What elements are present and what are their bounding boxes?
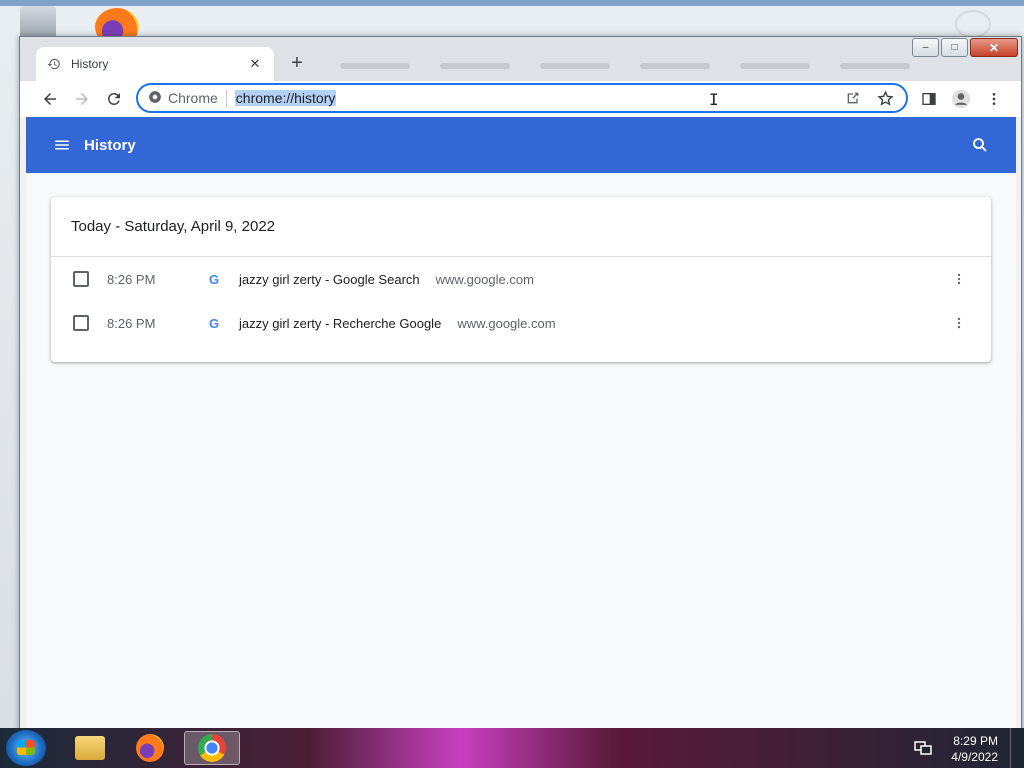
- taskbar-explorer[interactable]: [62, 731, 118, 765]
- history-entry[interactable]: 8:26 PM G jazzy girl zerty - Recherche G…: [51, 301, 991, 345]
- recycle-bin-icon[interactable]: [20, 6, 56, 40]
- site-info-icon: [148, 90, 162, 107]
- reload-icon[interactable]: [102, 87, 126, 111]
- hamburger-icon[interactable]: [50, 133, 74, 157]
- history-card: Today - Saturday, April 9, 2022 8:26 PM …: [51, 197, 991, 362]
- history-page: History Today - Saturday, April 9, 2022 …: [26, 117, 1016, 729]
- kebab-menu-icon[interactable]: [982, 87, 1006, 111]
- tab-title: History: [71, 57, 109, 71]
- search-icon[interactable]: [968, 133, 992, 157]
- close-window-button[interactable]: ✕: [970, 38, 1018, 57]
- maximize-button[interactable]: □: [941, 38, 968, 57]
- address-bar[interactable]: Chrome chrome://history: [136, 83, 908, 113]
- desktop-top-strip: [0, 0, 1024, 6]
- minimize-button[interactable]: –: [912, 38, 939, 57]
- clock-time: 8:29 PM: [953, 734, 998, 748]
- window-controls: – □ ✕: [912, 38, 1018, 57]
- forward-icon[interactable]: [70, 87, 94, 111]
- network-icon[interactable]: [914, 740, 932, 756]
- taskbar-chrome[interactable]: [184, 731, 240, 765]
- taskbar-firefox[interactable]: [122, 731, 178, 765]
- new-tab-button[interactable]: +: [285, 51, 309, 75]
- taskbar: 8:29 PM 4/9/2022: [0, 728, 1024, 768]
- entry-checkbox[interactable]: [73, 271, 89, 287]
- entry-checkbox[interactable]: [73, 315, 89, 331]
- more-actions-icon[interactable]: [949, 313, 969, 333]
- system-clock[interactable]: 8:29 PM 4/9/2022: [951, 733, 998, 765]
- share-icon[interactable]: [842, 87, 864, 109]
- url-text[interactable]: chrome://history: [234, 90, 337, 106]
- windows-logo-icon: [17, 740, 35, 755]
- browser-toolbar: Chrome chrome://history I: [20, 81, 1021, 117]
- entry-title-link[interactable]: jazzy girl zerty - Google Search: [239, 272, 420, 287]
- history-date-heading: Today - Saturday, April 9, 2022: [51, 197, 991, 257]
- text-cursor-icon: I: [709, 90, 719, 109]
- entry-domain: www.google.com: [435, 271, 534, 287]
- site-label: Chrome: [168, 90, 218, 106]
- tab-history[interactable]: History ✕: [36, 47, 274, 81]
- site-info-chip[interactable]: Chrome: [148, 89, 227, 107]
- clock-date: 4/9/2022: [951, 750, 998, 764]
- history-icon: [46, 56, 62, 72]
- tab-close-icon[interactable]: ✕: [246, 55, 264, 73]
- profile-icon[interactable]: [949, 87, 973, 111]
- chrome-window: History ✕ + – □ ✕ Chrome chrome://histor…: [19, 36, 1022, 736]
- history-entry[interactable]: 8:26 PM G jazzy girl zerty - Google Sear…: [51, 257, 991, 301]
- back-icon[interactable]: [38, 87, 62, 111]
- firefox-icon: [136, 734, 164, 762]
- page-title: History: [84, 136, 136, 154]
- entry-title-link[interactable]: jazzy girl zerty - Recherche Google: [239, 316, 441, 331]
- bookmark-star-icon[interactable]: [874, 87, 896, 109]
- background-blur: [340, 63, 1020, 71]
- more-actions-icon[interactable]: [949, 269, 969, 289]
- desktop-shortcut-icon[interactable]: [955, 10, 991, 38]
- entry-time: 8:26 PM: [107, 271, 156, 287]
- side-panel-icon[interactable]: [917, 87, 941, 111]
- history-app-bar: History: [26, 117, 1016, 173]
- google-favicon: G: [209, 271, 220, 287]
- entry-domain: www.google.com: [457, 315, 556, 331]
- google-favicon: G: [209, 315, 220, 331]
- show-desktop-button[interactable]: [1010, 728, 1024, 768]
- folder-icon: [75, 736, 105, 760]
- chrome-icon: [198, 734, 226, 762]
- entry-time: 8:26 PM: [107, 315, 156, 331]
- tab-strip: History ✕ + – □ ✕: [20, 37, 1021, 81]
